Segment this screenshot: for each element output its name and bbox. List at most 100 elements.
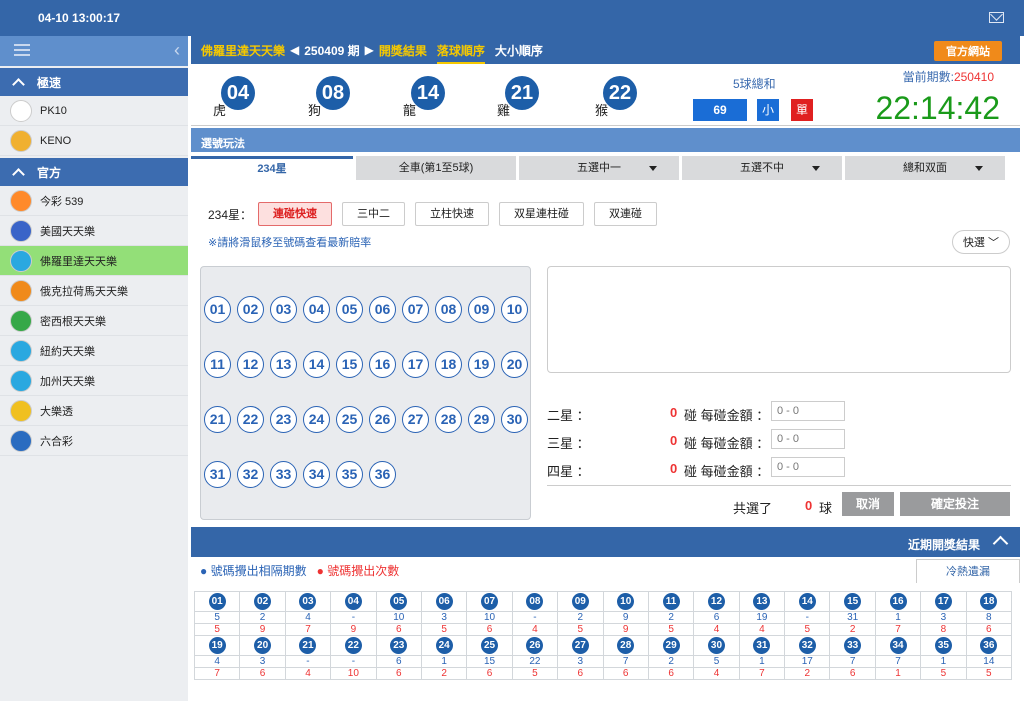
number-ball[interactable]: 23 <box>270 406 297 433</box>
cancel-button[interactable]: 取消 <box>842 492 894 516</box>
star-amount-input[interactable]: 0 - 0 <box>771 457 845 477</box>
number-ball[interactable]: 07 <box>402 296 429 323</box>
number-ball[interactable]: 03 <box>270 296 297 323</box>
number-ball[interactable]: 06 <box>369 296 396 323</box>
stat-count: 4 <box>284 667 332 680</box>
sidebar-item[interactable]: 密西根天天樂 <box>0 306 188 336</box>
tab-drop-order[interactable]: 落球順序 <box>436 42 485 64</box>
number-ball[interactable]: 35 <box>336 461 363 488</box>
number-ball[interactable]: 36 <box>369 461 396 488</box>
blue-dot-icon: ● <box>200 564 208 578</box>
number-grid: 01 02 03 04 05 06 07 08 09 10 11 12 13 14 15 16 17 18 19 20… <box>200 266 531 520</box>
period-label: 250409 期 <box>304 43 360 58</box>
number-ball[interactable]: 29 <box>468 406 495 433</box>
number-ball[interactable]: 11 <box>204 351 231 378</box>
number-ball[interactable]: 19 <box>468 351 495 378</box>
stat-ball: 29 <box>662 637 680 654</box>
number-ball[interactable]: 22 <box>237 406 264 433</box>
results-link[interactable]: 開獎結果 <box>379 42 427 59</box>
tab-play-1[interactable]: 全車(第1至5球) <box>356 156 516 180</box>
game-title[interactable]: 佛羅里達天天樂 <box>201 42 285 59</box>
stat-number: 17 <box>920 591 967 612</box>
mail-icon[interactable] <box>989 12 1004 23</box>
star-amount-input[interactable]: 0 - 0 <box>771 401 845 421</box>
sub-play-button[interactable]: 立柱快速 <box>415 202 490 226</box>
number-ball[interactable]: 26 <box>369 406 396 433</box>
number-ball[interactable]: 24 <box>303 406 330 433</box>
sidebar-item-label: 紐約天天樂 <box>40 345 95 358</box>
parity-badge: 單 <box>791 99 813 121</box>
sub-play-button[interactable]: 三中二 <box>342 202 406 226</box>
stat-gap: 4 <box>193 655 241 668</box>
number-ball[interactable]: 08 <box>435 296 462 323</box>
menu-icon[interactable] <box>14 44 30 46</box>
chevron-left-icon[interactable]: ‹ <box>174 40 180 61</box>
stat-count: 5 <box>784 623 831 636</box>
sidebar-item[interactable]: 紐約天天樂 <box>0 336 188 366</box>
zodiac-label: 龍 <box>403 103 417 118</box>
stat-gap: 3 <box>420 611 468 624</box>
sidebar-section-header[interactable]: 極速 <box>0 68 188 96</box>
sidebar-item[interactable]: PK10 <box>0 96 188 126</box>
caret-right-icon[interactable]: ▶ <box>365 43 374 57</box>
tab-play-4[interactable]: 總和双面 <box>845 156 1005 180</box>
sub-play-button[interactable]: 連碰快速 <box>258 202 333 226</box>
star-amount-input[interactable]: 0 - 0 <box>771 429 845 449</box>
submit-bet-button[interactable]: 確定投注 <box>900 492 1010 516</box>
sidebar-item[interactable]: 美國天天樂 <box>0 216 188 246</box>
number-ball[interactable]: 20 <box>501 351 528 378</box>
sidebar-item[interactable]: 六合彩 <box>0 426 188 456</box>
number-ball[interactable]: 27 <box>402 406 429 433</box>
number-ball[interactable]: 17 <box>402 351 429 378</box>
number-ball[interactable]: 04 <box>303 296 330 323</box>
sidebar-item[interactable]: 加州天天樂 <box>0 366 188 396</box>
cold-hot-tab[interactable]: 冷熱遺漏 <box>916 559 1020 583</box>
number-ball[interactable]: 01 <box>204 296 231 323</box>
stat-number: 33 <box>829 635 876 656</box>
quick-pick-button[interactable]: 快選 ﹀ <box>951 230 1010 254</box>
number-ball[interactable]: 21 <box>204 406 231 433</box>
number-ball[interactable]: 30 <box>501 406 528 433</box>
tab-play-0[interactable]: 234星 <box>191 156 353 180</box>
number-ball[interactable]: 13 <box>270 351 297 378</box>
number-ball[interactable]: 10 <box>501 296 528 323</box>
stat-gap: 3 <box>557 655 604 668</box>
tab-play-2[interactable]: 五選中一 <box>519 156 679 180</box>
number-ball[interactable]: 15 <box>336 351 363 378</box>
sub-play-button[interactable]: 双連碰 <box>594 202 658 226</box>
stat-ball: 35 <box>934 637 952 654</box>
recent-results-bar[interactable]: 近期開獎結果 <box>191 527 1020 557</box>
caret-left-icon[interactable]: ◀ <box>290 43 299 57</box>
number-ball[interactable]: 18 <box>435 351 462 378</box>
sub-play-button[interactable]: 双星連柱碰 <box>499 202 585 226</box>
sidebar-item[interactable]: KENO <box>0 126 188 156</box>
sidebar-section-header[interactable]: 官方 <box>0 158 188 186</box>
stat-count: 6 <box>375 667 422 680</box>
chevron-up-icon[interactable] <box>992 535 1009 552</box>
number-ball[interactable]: 32 <box>237 461 264 488</box>
sidebar-item[interactable]: 佛羅里達天天樂 <box>0 246 188 276</box>
sidebar-item-label: 俄克拉荷馬天天樂 <box>40 285 128 298</box>
number-ball[interactable]: 25 <box>336 406 363 433</box>
number-ball[interactable]: 28 <box>435 406 462 433</box>
tab-play-3[interactable]: 五選不中 <box>682 156 842 180</box>
sidebar-item[interactable]: 大樂透 <box>0 396 188 426</box>
sidebar-item[interactable]: 今彩 539 <box>0 186 188 216</box>
sidebar-item[interactable]: 俄克拉荷馬天天樂 <box>0 276 188 306</box>
number-ball[interactable]: 14 <box>303 351 330 378</box>
stat-ball: 09 <box>571 593 589 610</box>
number-ball[interactable]: 16 <box>369 351 396 378</box>
number-ball[interactable]: 09 <box>468 296 495 323</box>
sidebar-section-title: 官方 <box>37 165 62 180</box>
official-site-button[interactable]: 官方網站 <box>934 41 1002 61</box>
number-ball[interactable]: 05 <box>336 296 363 323</box>
selection-panel <box>547 266 1011 373</box>
number-ball[interactable]: 12 <box>237 351 264 378</box>
number-ball[interactable]: 02 <box>237 296 264 323</box>
tab-size-order[interactable]: 大小順序 <box>495 42 543 59</box>
number-ball[interactable]: 34 <box>303 461 330 488</box>
number-ball[interactable]: 33 <box>270 461 297 488</box>
number-ball[interactable]: 31 <box>204 461 231 488</box>
sidebar-header: ‹ <box>0 36 188 66</box>
stat-count: 5 <box>420 623 468 636</box>
